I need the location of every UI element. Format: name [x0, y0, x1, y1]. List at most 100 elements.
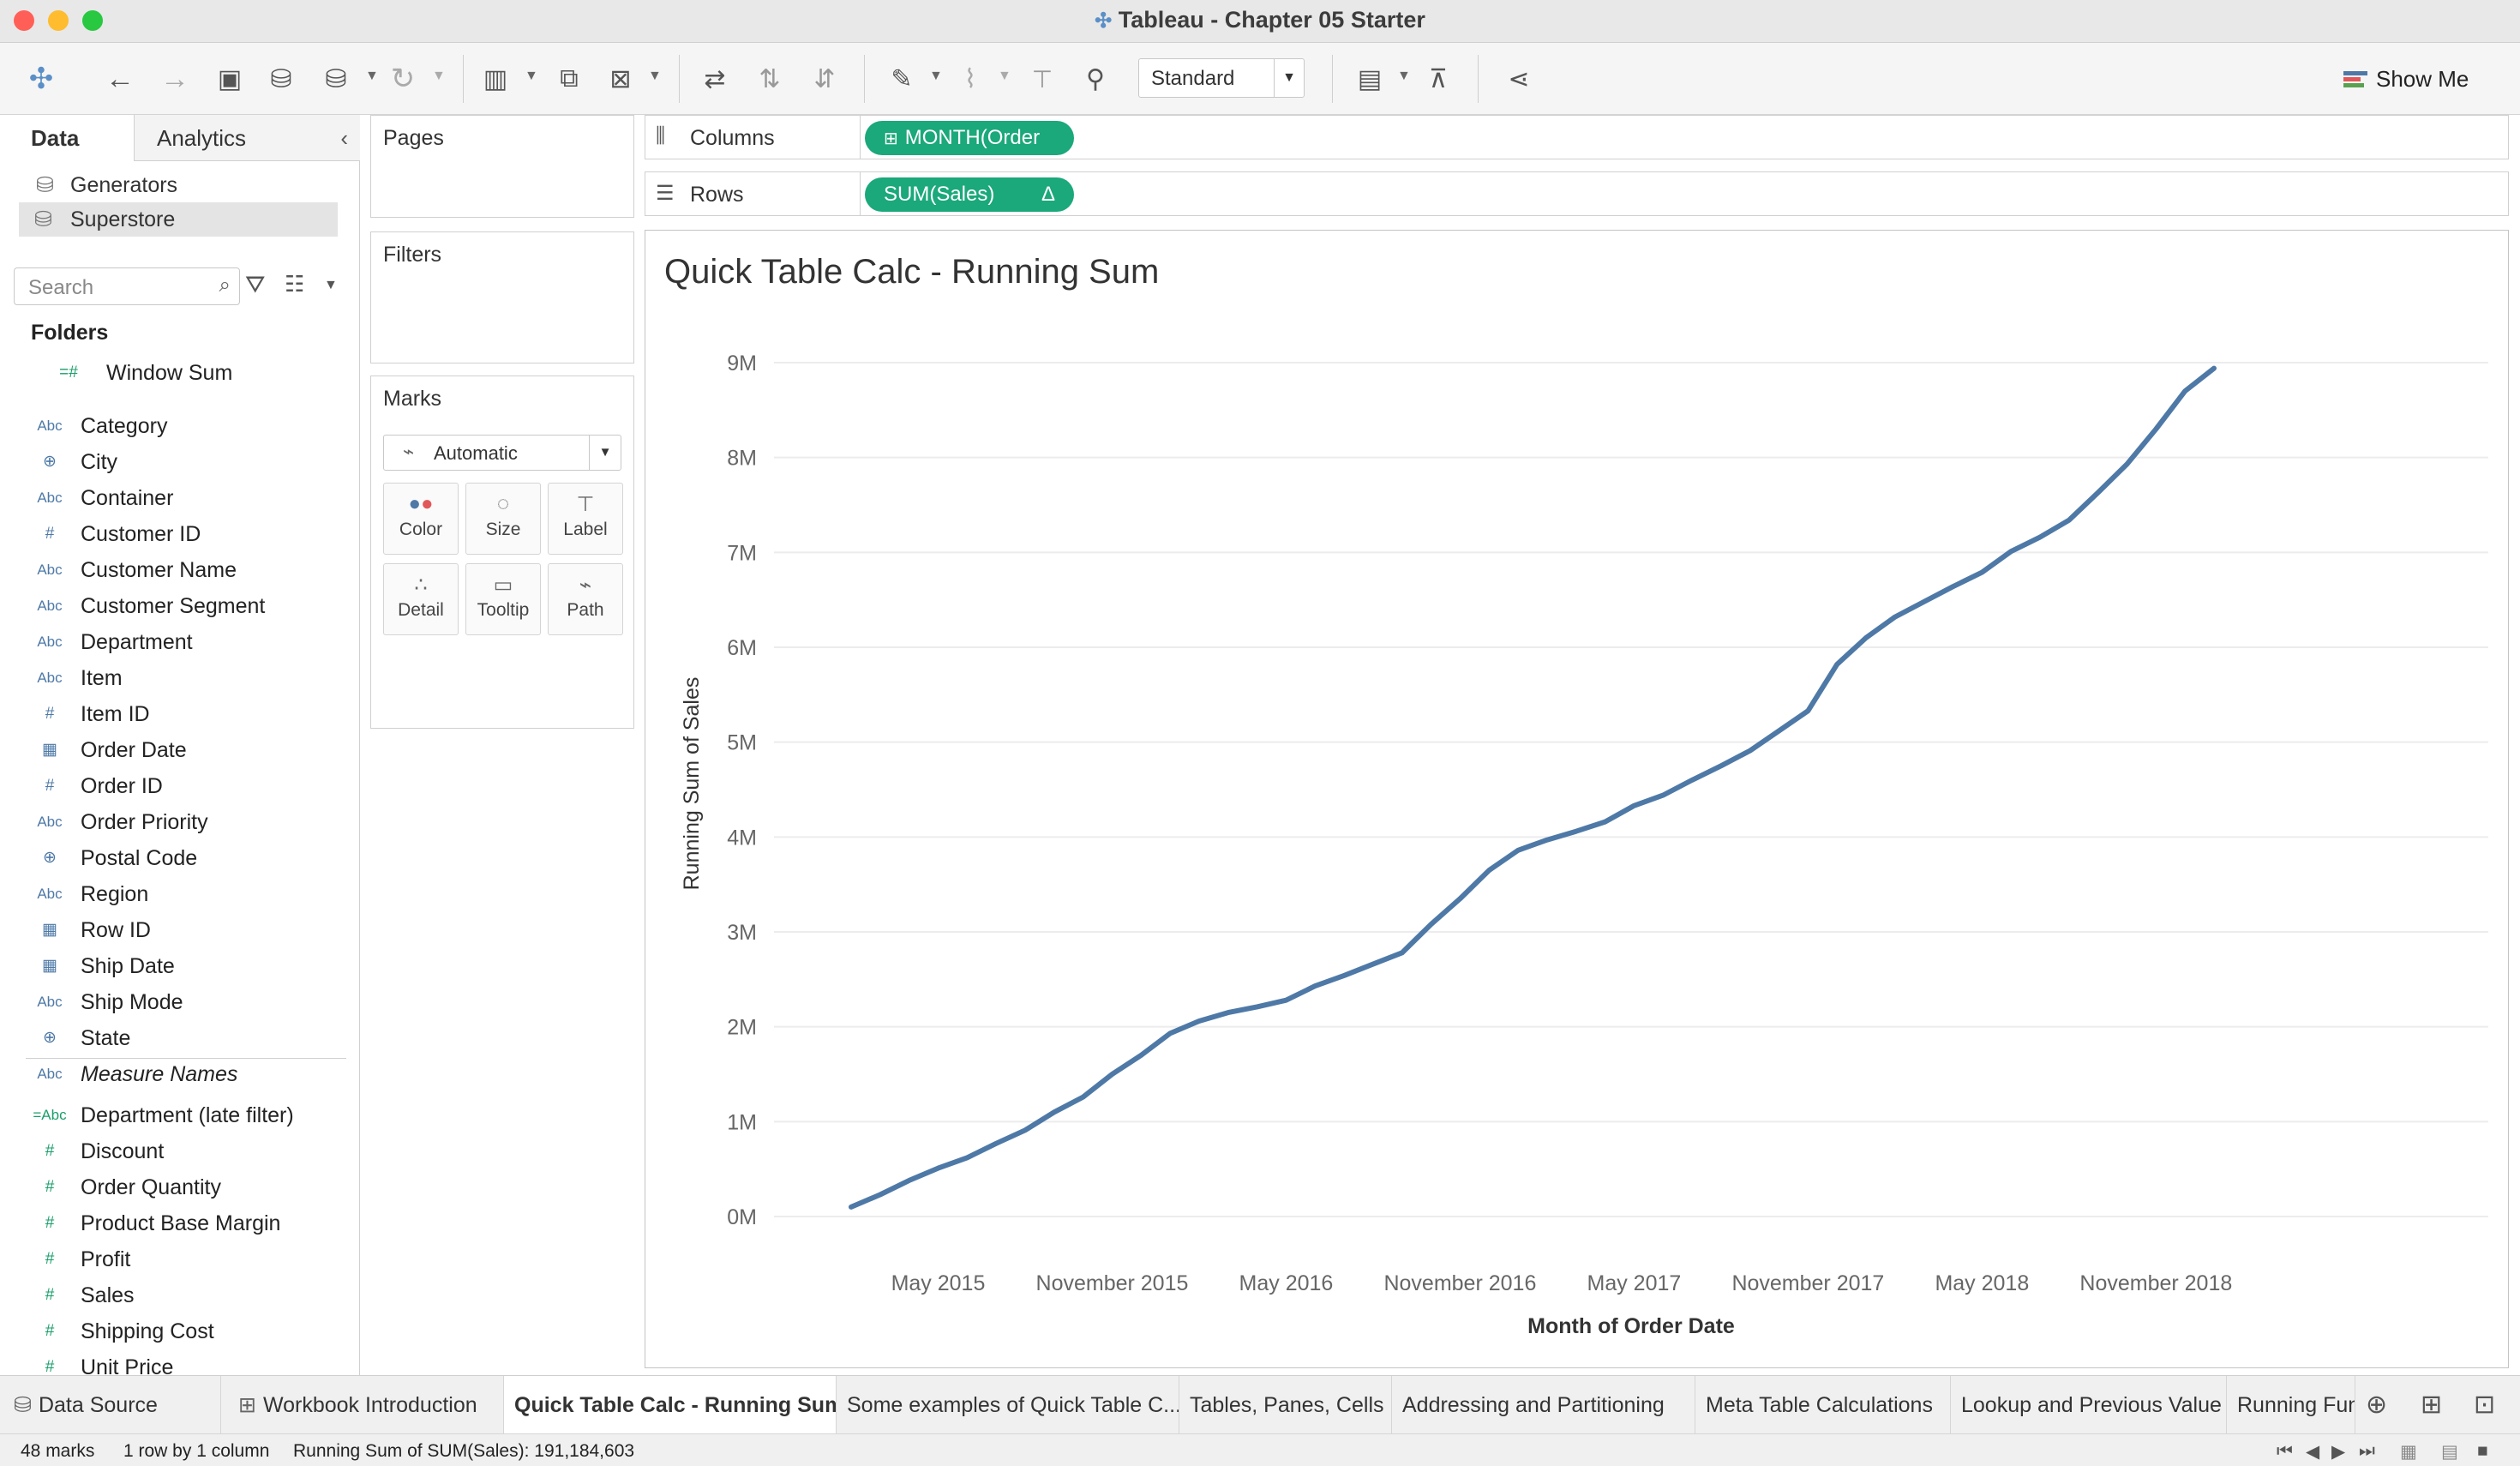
data-point[interactable] — [1197, 1018, 1202, 1024]
tooltip-button[interactable]: ▭ Tooltip — [465, 563, 541, 635]
data-point[interactable] — [1109, 1072, 1114, 1077]
tableau-home-icon[interactable]: ✣ — [22, 60, 60, 98]
data-point[interactable] — [1545, 838, 1550, 843]
data-point[interactable] — [1660, 793, 1665, 798]
fix-axes-icon[interactable]: ⚲ — [1077, 60, 1114, 98]
redo-icon[interactable]: → — [156, 60, 194, 98]
field-item[interactable]: Abc Department — [0, 624, 351, 660]
data-point[interactable] — [1138, 1053, 1143, 1058]
clear-sheet-caret-icon[interactable]: ▼ — [648, 69, 662, 84]
field-item[interactable]: =# Window Sum — [0, 355, 351, 391]
new-worksheet-icon[interactable]: ▥ — [477, 60, 514, 98]
field-item[interactable]: ▦ Ship Date — [0, 948, 351, 984]
field-item[interactable]: # Customer ID — [0, 516, 351, 552]
field-item[interactable]: =Abc Department (late filter) — [0, 1097, 351, 1133]
field-item[interactable]: # Product Base Margin — [0, 1205, 351, 1241]
prev-sheet-icon[interactable]: ◀ — [2306, 1441, 2319, 1463]
data-point[interactable] — [2008, 549, 2013, 554]
data-point[interactable] — [1312, 983, 1317, 988]
data-point[interactable] — [1167, 1030, 1173, 1036]
undo-icon[interactable]: ← — [101, 60, 139, 98]
show-me-button[interactable]: Show Me — [2343, 58, 2498, 99]
data-point[interactable] — [1748, 748, 1753, 754]
show-cards-caret-icon[interactable]: ▼ — [1397, 69, 1411, 84]
data-point[interactable] — [1863, 635, 1869, 640]
data-point[interactable] — [1631, 803, 1636, 808]
data-point[interactable] — [993, 1141, 999, 1146]
field-item[interactable]: # Order ID — [0, 768, 351, 804]
data-point[interactable] — [1400, 950, 1405, 955]
data-source-superstore[interactable]: ⛁ Superstore — [19, 202, 338, 237]
pages-card[interactable]: Pages — [370, 115, 634, 218]
field-item[interactable]: ⊕ Postal Code — [0, 840, 351, 876]
data-point[interactable] — [1429, 922, 1434, 927]
highlight-caret-icon[interactable]: ▼ — [929, 69, 943, 84]
data-point[interactable] — [2037, 535, 2043, 540]
x-axis-title[interactable]: Month of Order Date — [1527, 1314, 1735, 1338]
swap-rows-columns-icon[interactable]: ⇄ — [696, 60, 734, 98]
field-item[interactable]: Abc Category — [0, 408, 351, 444]
data-point[interactable] — [1893, 615, 1898, 620]
field-item[interactable]: Abc Customer Name — [0, 552, 351, 588]
field-item[interactable]: Abc Ship Mode — [0, 984, 351, 1020]
refresh-caret-icon[interactable]: ▼ — [432, 69, 446, 84]
field-item[interactable]: # Item ID — [0, 696, 351, 732]
data-source-generators[interactable]: ⛁ Generators — [19, 168, 338, 202]
save-icon[interactable]: ▣ — [211, 60, 249, 98]
field-item[interactable]: Abc Item — [0, 660, 351, 696]
data-point[interactable] — [964, 1155, 969, 1160]
data-point[interactable] — [2182, 388, 2187, 394]
columns-shelf[interactable]: ⫼ Columns ⊞MONTH(Order Dat.. — [645, 115, 2509, 184]
field-item[interactable]: Abc Customer Segment — [0, 588, 351, 624]
field-item[interactable]: # Shipping Cost — [0, 1313, 351, 1349]
data-point[interactable] — [1341, 973, 1347, 978]
tab-quick-table-calc-examples[interactable]: Some examples of Quick Table C... — [837, 1376, 1179, 1434]
collapse-pane-icon[interactable]: ‹ — [340, 115, 348, 161]
search-field[interactable]: Search ⌕ — [14, 267, 240, 305]
field-item[interactable]: # Discount — [0, 1133, 351, 1169]
mark-type-dropdown[interactable]: ⌁ Automatic ▼ — [383, 435, 621, 471]
label-button[interactable]: ⊤ Label — [548, 483, 623, 555]
clear-sheet-icon[interactable]: ⊠ — [602, 60, 639, 98]
field-item[interactable]: Abc Container — [0, 480, 351, 516]
data-point[interactable] — [2211, 366, 2217, 371]
new-dashboard-tab-icon[interactable]: ⊞ — [2421, 1390, 2442, 1420]
data-point[interactable] — [1515, 848, 1521, 853]
data-point[interactable] — [1719, 763, 1724, 768]
tab-workbook-introduction[interactable]: ⊞ Workbook Introduction — [221, 1376, 504, 1434]
data-point[interactable] — [2067, 518, 2072, 523]
data-point[interactable] — [1371, 962, 1376, 967]
pause-updates-icon[interactable]: ⛁ — [317, 60, 355, 98]
highlight-icon[interactable]: ✎ — [883, 60, 921, 98]
tab-running-functions[interactable]: Running Fun — [2227, 1376, 2355, 1434]
tab-meta-table-calculations[interactable]: Meta Table Calculations — [1695, 1376, 1951, 1434]
size-button[interactable]: ◌ Size — [465, 483, 541, 555]
show-mark-labels-icon[interactable]: ⊤ — [1023, 60, 1061, 98]
data-point[interactable] — [1486, 868, 1491, 873]
refresh-icon[interactable]: ↻ — [384, 60, 422, 98]
duplicate-sheet-icon[interactable]: ⧉ — [550, 60, 588, 98]
path-button[interactable]: ⌁ Path — [548, 563, 623, 635]
tab-lookup-and-previous-value[interactable]: Lookup and Previous Value — [1951, 1376, 2227, 1434]
field-item[interactable]: ▦ Order Date — [0, 732, 351, 768]
data-point[interactable] — [935, 1166, 940, 1171]
field-item[interactable]: Abc Region — [0, 876, 351, 912]
data-point[interactable] — [1023, 1127, 1028, 1133]
sort-descending-icon[interactable]: ⇵ — [806, 60, 843, 98]
fit-dropdown[interactable]: Standard ▼ — [1138, 58, 1305, 98]
group-caret-icon[interactable]: ▼ — [998, 69, 1011, 84]
data-point[interactable] — [1226, 1010, 1231, 1015]
share-icon[interactable]: ⋖ — [1500, 60, 1538, 98]
rows-shelf[interactable]: ☰ Rows SUM(Sales) Δ — [645, 171, 2509, 216]
sort-ascending-icon[interactable]: ⇅ — [751, 60, 789, 98]
data-point[interactable] — [1834, 662, 1839, 667]
data-point[interactable] — [1283, 998, 1288, 1003]
data-point[interactable] — [907, 1178, 912, 1183]
show-cards-icon[interactable]: ▤ — [1351, 60, 1389, 98]
data-point[interactable] — [1603, 820, 1608, 825]
data-point[interactable] — [1951, 584, 1956, 589]
data-point[interactable] — [1081, 1095, 1086, 1100]
data-point[interactable] — [2153, 426, 2158, 431]
field-item[interactable]: Abc Order Priority — [0, 804, 351, 840]
field-item[interactable]: ▦ Row ID — [0, 912, 351, 948]
